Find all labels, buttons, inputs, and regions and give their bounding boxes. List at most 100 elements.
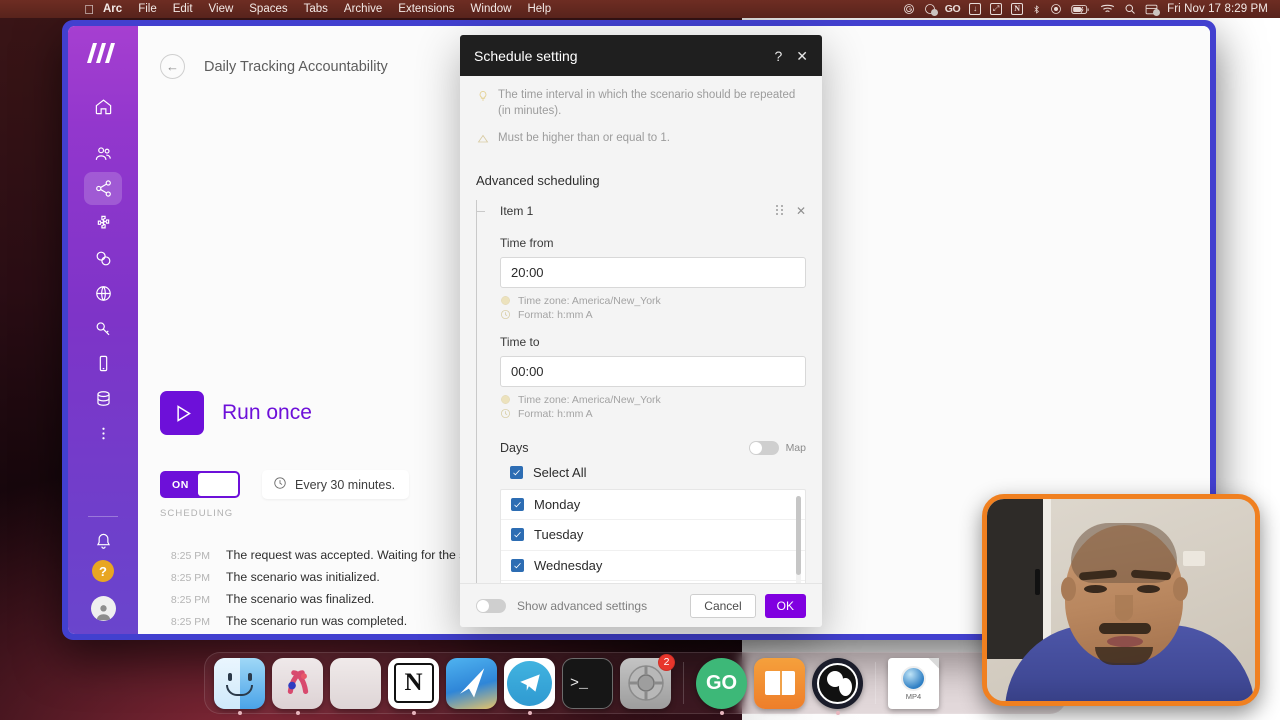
menubar-clock[interactable]: Fri Nov 17 8:29 PM (1167, 3, 1268, 15)
select-all-row[interactable]: Select All (500, 465, 806, 480)
sidebar-divider (88, 516, 118, 517)
menubar-item-edit[interactable]: Edit (165, 0, 201, 18)
mp4-file-label: MP4 (905, 691, 922, 701)
fullscreen-icon[interactable]: ⤢ (990, 3, 1003, 15)
day-label: Tuesday (534, 527, 584, 543)
meta-text: Time zone: America/New_York (518, 294, 661, 307)
sidebar-item-webhooks[interactable] (84, 277, 122, 310)
clock-icon (500, 408, 511, 419)
time-from-input[interactable] (500, 256, 806, 288)
ok-button[interactable]: OK (764, 593, 806, 618)
make-logo-icon[interactable] (86, 40, 120, 66)
launchpad-dock-icon[interactable] (330, 657, 381, 709)
notion-icon[interactable]: N (1011, 3, 1024, 15)
sidebar-item-home[interactable] (84, 90, 122, 123)
day-checkbox[interactable] (511, 497, 524, 511)
telegram-dock-icon[interactable] (504, 657, 555, 715)
menubar-item-tabs[interactable]: Tabs (296, 0, 336, 18)
select-all-label: Select All (533, 464, 587, 480)
menubar-item-file[interactable]: File (130, 0, 165, 18)
avatar-icon[interactable] (90, 596, 116, 621)
close-icon[interactable]: ✕ (796, 205, 806, 217)
spark-dock-icon[interactable] (446, 657, 497, 709)
sidebar-item-connections[interactable] (84, 242, 122, 275)
dialog-footer-buttons: Cancel OK (690, 593, 806, 618)
days-list[interactable]: Monday Tuesday Wednesday Thursday (500, 488, 806, 583)
time-to-label: Time to (500, 334, 540, 349)
system-settings-dock-icon[interactable]: 2 (620, 653, 675, 709)
map-toggle[interactable] (748, 440, 779, 455)
search-icon[interactable] (1124, 3, 1136, 15)
grammarly-icon[interactable] (903, 3, 915, 15)
record-icon[interactable] (1050, 3, 1062, 15)
show-advanced-settings-toggle[interactable] (476, 598, 506, 613)
menubar-item-archive[interactable]: Archive (336, 0, 390, 18)
clock-icon (500, 309, 511, 320)
show-advanced-settings-label: Show advanced settings (517, 598, 648, 613)
scheduling-toggle-label: ON (172, 478, 189, 491)
battery-icon[interactable] (1071, 4, 1091, 15)
apple-logo-icon[interactable]:  (79, 3, 99, 16)
help-icon[interactable]: ? (774, 49, 782, 63)
menubar-item-help[interactable]: Help (519, 0, 559, 18)
select-all-checkbox[interactable] (510, 465, 523, 479)
dialog-title: Schedule setting (474, 47, 578, 64)
arc-dock-icon[interactable] (272, 657, 323, 715)
menubar-item-window[interactable]: Window (463, 0, 520, 18)
make-sidebar: ? (68, 26, 138, 634)
day-option-row[interactable]: Wednesday (501, 551, 805, 582)
drag-handle-icon[interactable] (775, 205, 784, 216)
close-icon[interactable]: ✕ (796, 49, 808, 63)
meta-row: Format: h:mm A (500, 309, 806, 321)
sidebar-item-data-stores[interactable] (84, 382, 122, 415)
sidebar-item-keys[interactable] (84, 312, 122, 345)
play-icon[interactable] (160, 391, 204, 435)
meta-row: Format: h:mm A (500, 408, 806, 420)
menubar-item-spaces[interactable]: Spaces (241, 0, 295, 18)
cleanmymac-icon[interactable] (924, 3, 938, 16)
day-option-row[interactable]: Thursday (501, 581, 805, 583)
obs-dock-icon[interactable] (812, 657, 863, 715)
time-to-input[interactable] (500, 355, 806, 387)
sidebar-item-more[interactable] (84, 417, 122, 450)
cancel-button[interactable]: Cancel (690, 593, 756, 618)
day-option-row[interactable]: Monday (501, 490, 805, 521)
finder-dock-icon[interactable] (214, 657, 265, 715)
download-icon[interactable]: ↓ (969, 3, 982, 15)
meta-row: Time zone: America/New_York (500, 295, 806, 307)
go-dock-icon[interactable]: GO (696, 657, 747, 715)
sidebar-item-team[interactable] (84, 137, 122, 170)
schedule-interval-chip[interactable]: Every 30 minutes. (262, 470, 410, 499)
go-icon[interactable]: GO (945, 4, 961, 15)
help-icon[interactable]: ? (92, 560, 114, 582)
terminal-dock-icon[interactable]: >_ (562, 657, 613, 709)
wifi-icon[interactable] (1100, 3, 1115, 15)
days-scrollbar-thumb[interactable] (796, 495, 801, 576)
scheduling-toggle[interactable]: ON (160, 471, 240, 498)
notion-dock-icon[interactable]: N (388, 657, 439, 715)
mp4-file-dock-icon[interactable]: MP4 (888, 657, 939, 709)
menubar-item-extensions[interactable]: Extensions (390, 0, 462, 18)
days-label: Days (500, 440, 529, 455)
day-checkbox[interactable] (511, 528, 524, 542)
menubar-item-view[interactable]: View (201, 0, 242, 18)
run-once-label[interactable]: Run once (222, 401, 312, 425)
arrow-left-icon[interactable]: ← (160, 54, 185, 79)
lightbulb-icon (476, 88, 489, 119)
meta-text: Format: h:mm A (518, 308, 593, 321)
sidebar-item-devices[interactable] (84, 347, 122, 380)
schedule-item-actions: ✕ (775, 205, 806, 217)
macos-menubar:  Arc File Edit View Spaces Tabs Archive… (0, 0, 1280, 18)
books-dock-icon[interactable] (754, 657, 805, 709)
day-option-row[interactable]: Tuesday (501, 520, 805, 551)
control-center-icon[interactable] (1145, 4, 1161, 16)
map-toggle-wrap[interactable]: Map (748, 440, 806, 455)
run-once-row[interactable]: Run once (160, 391, 312, 435)
sidebar-item-templates[interactable] (84, 207, 122, 240)
menubar-app-name[interactable]: Arc (99, 0, 130, 18)
bell-icon[interactable] (84, 525, 122, 558)
bluetooth-icon[interactable] (1032, 3, 1041, 16)
log-time: 8:25 PM (170, 550, 210, 562)
day-checkbox[interactable] (511, 558, 524, 572)
sidebar-item-scenarios[interactable] (84, 172, 122, 205)
